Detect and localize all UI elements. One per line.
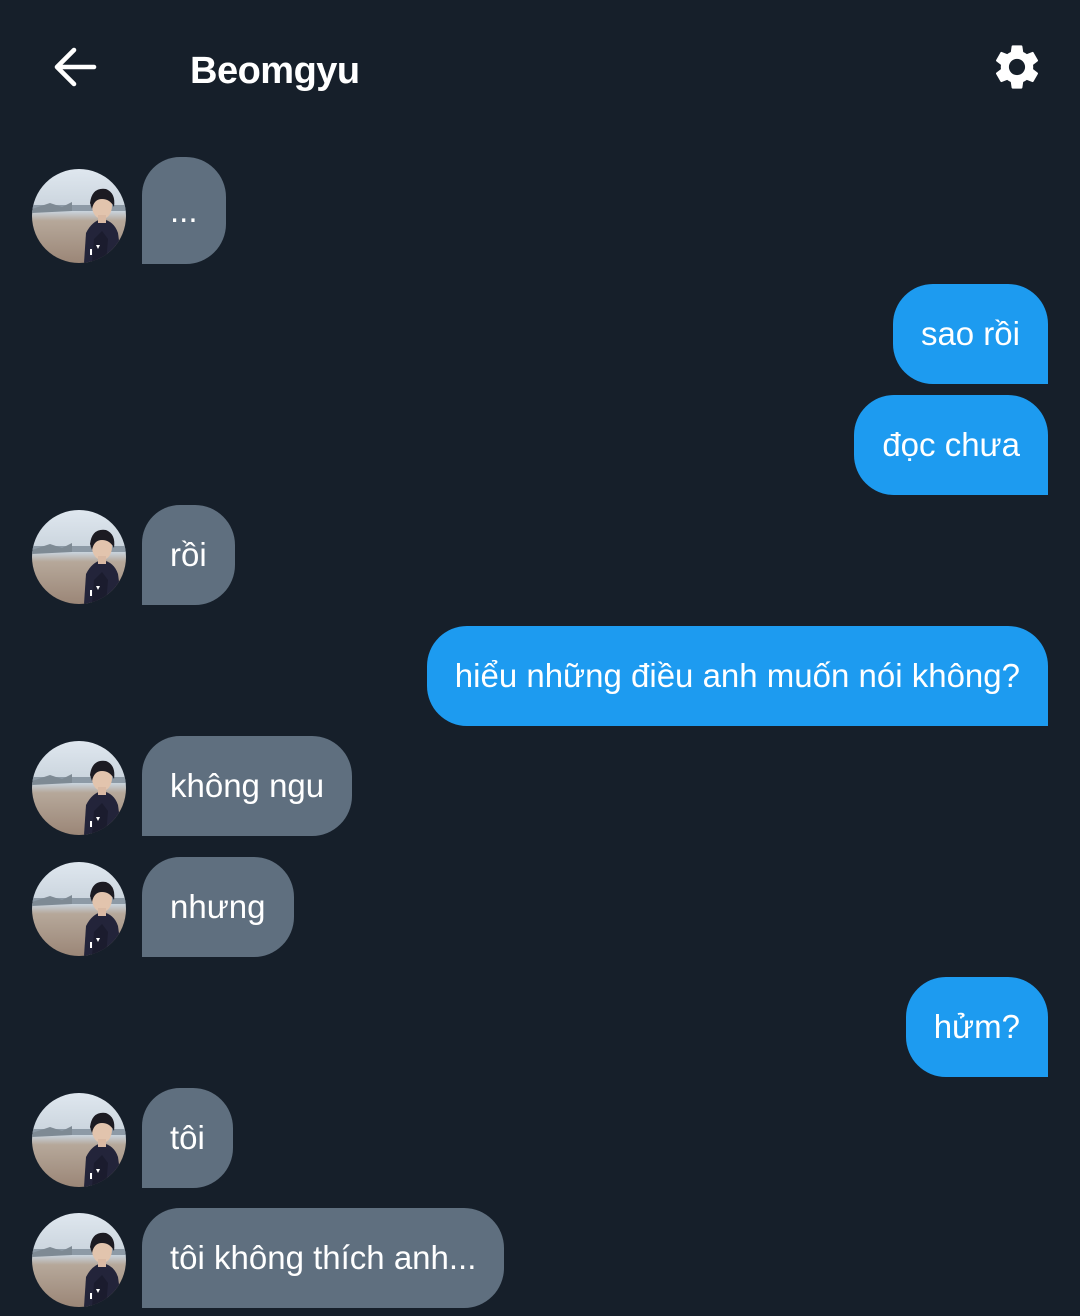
- incoming-message-bubble[interactable]: nhưng: [142, 857, 294, 957]
- arrow-left-icon: [54, 47, 97, 87]
- incoming-message-bubble[interactable]: ...: [142, 157, 226, 264]
- chat-header: Beomgyu: [0, 0, 1080, 140]
- avatar[interactable]: [32, 1213, 126, 1307]
- settings-button[interactable]: [988, 38, 1046, 96]
- incoming-message-bubble[interactable]: tôi không thích anh...: [142, 1208, 505, 1308]
- outgoing-message-bubble[interactable]: hiểu những điều anh muốn nói không?: [426, 626, 1048, 726]
- avatar[interactable]: [32, 1093, 126, 1187]
- avatar[interactable]: [32, 169, 126, 263]
- avatar[interactable]: [32, 741, 126, 835]
- chat-title: Beomgyu: [190, 50, 360, 92]
- incoming-message-bubble[interactable]: tôi: [142, 1088, 233, 1188]
- incoming-message-bubble[interactable]: không ngu: [142, 736, 353, 836]
- gear-icon: [995, 45, 1039, 89]
- avatar[interactable]: [32, 862, 126, 956]
- outgoing-message-bubble[interactable]: đọc chưa: [854, 395, 1048, 495]
- incoming-message-bubble[interactable]: rồi: [142, 505, 235, 605]
- outgoing-message-bubble[interactable]: sao rồi: [892, 284, 1048, 384]
- back-button[interactable]: [48, 40, 102, 94]
- avatar[interactable]: [32, 510, 126, 604]
- outgoing-message-bubble[interactable]: hửm?: [905, 977, 1048, 1077]
